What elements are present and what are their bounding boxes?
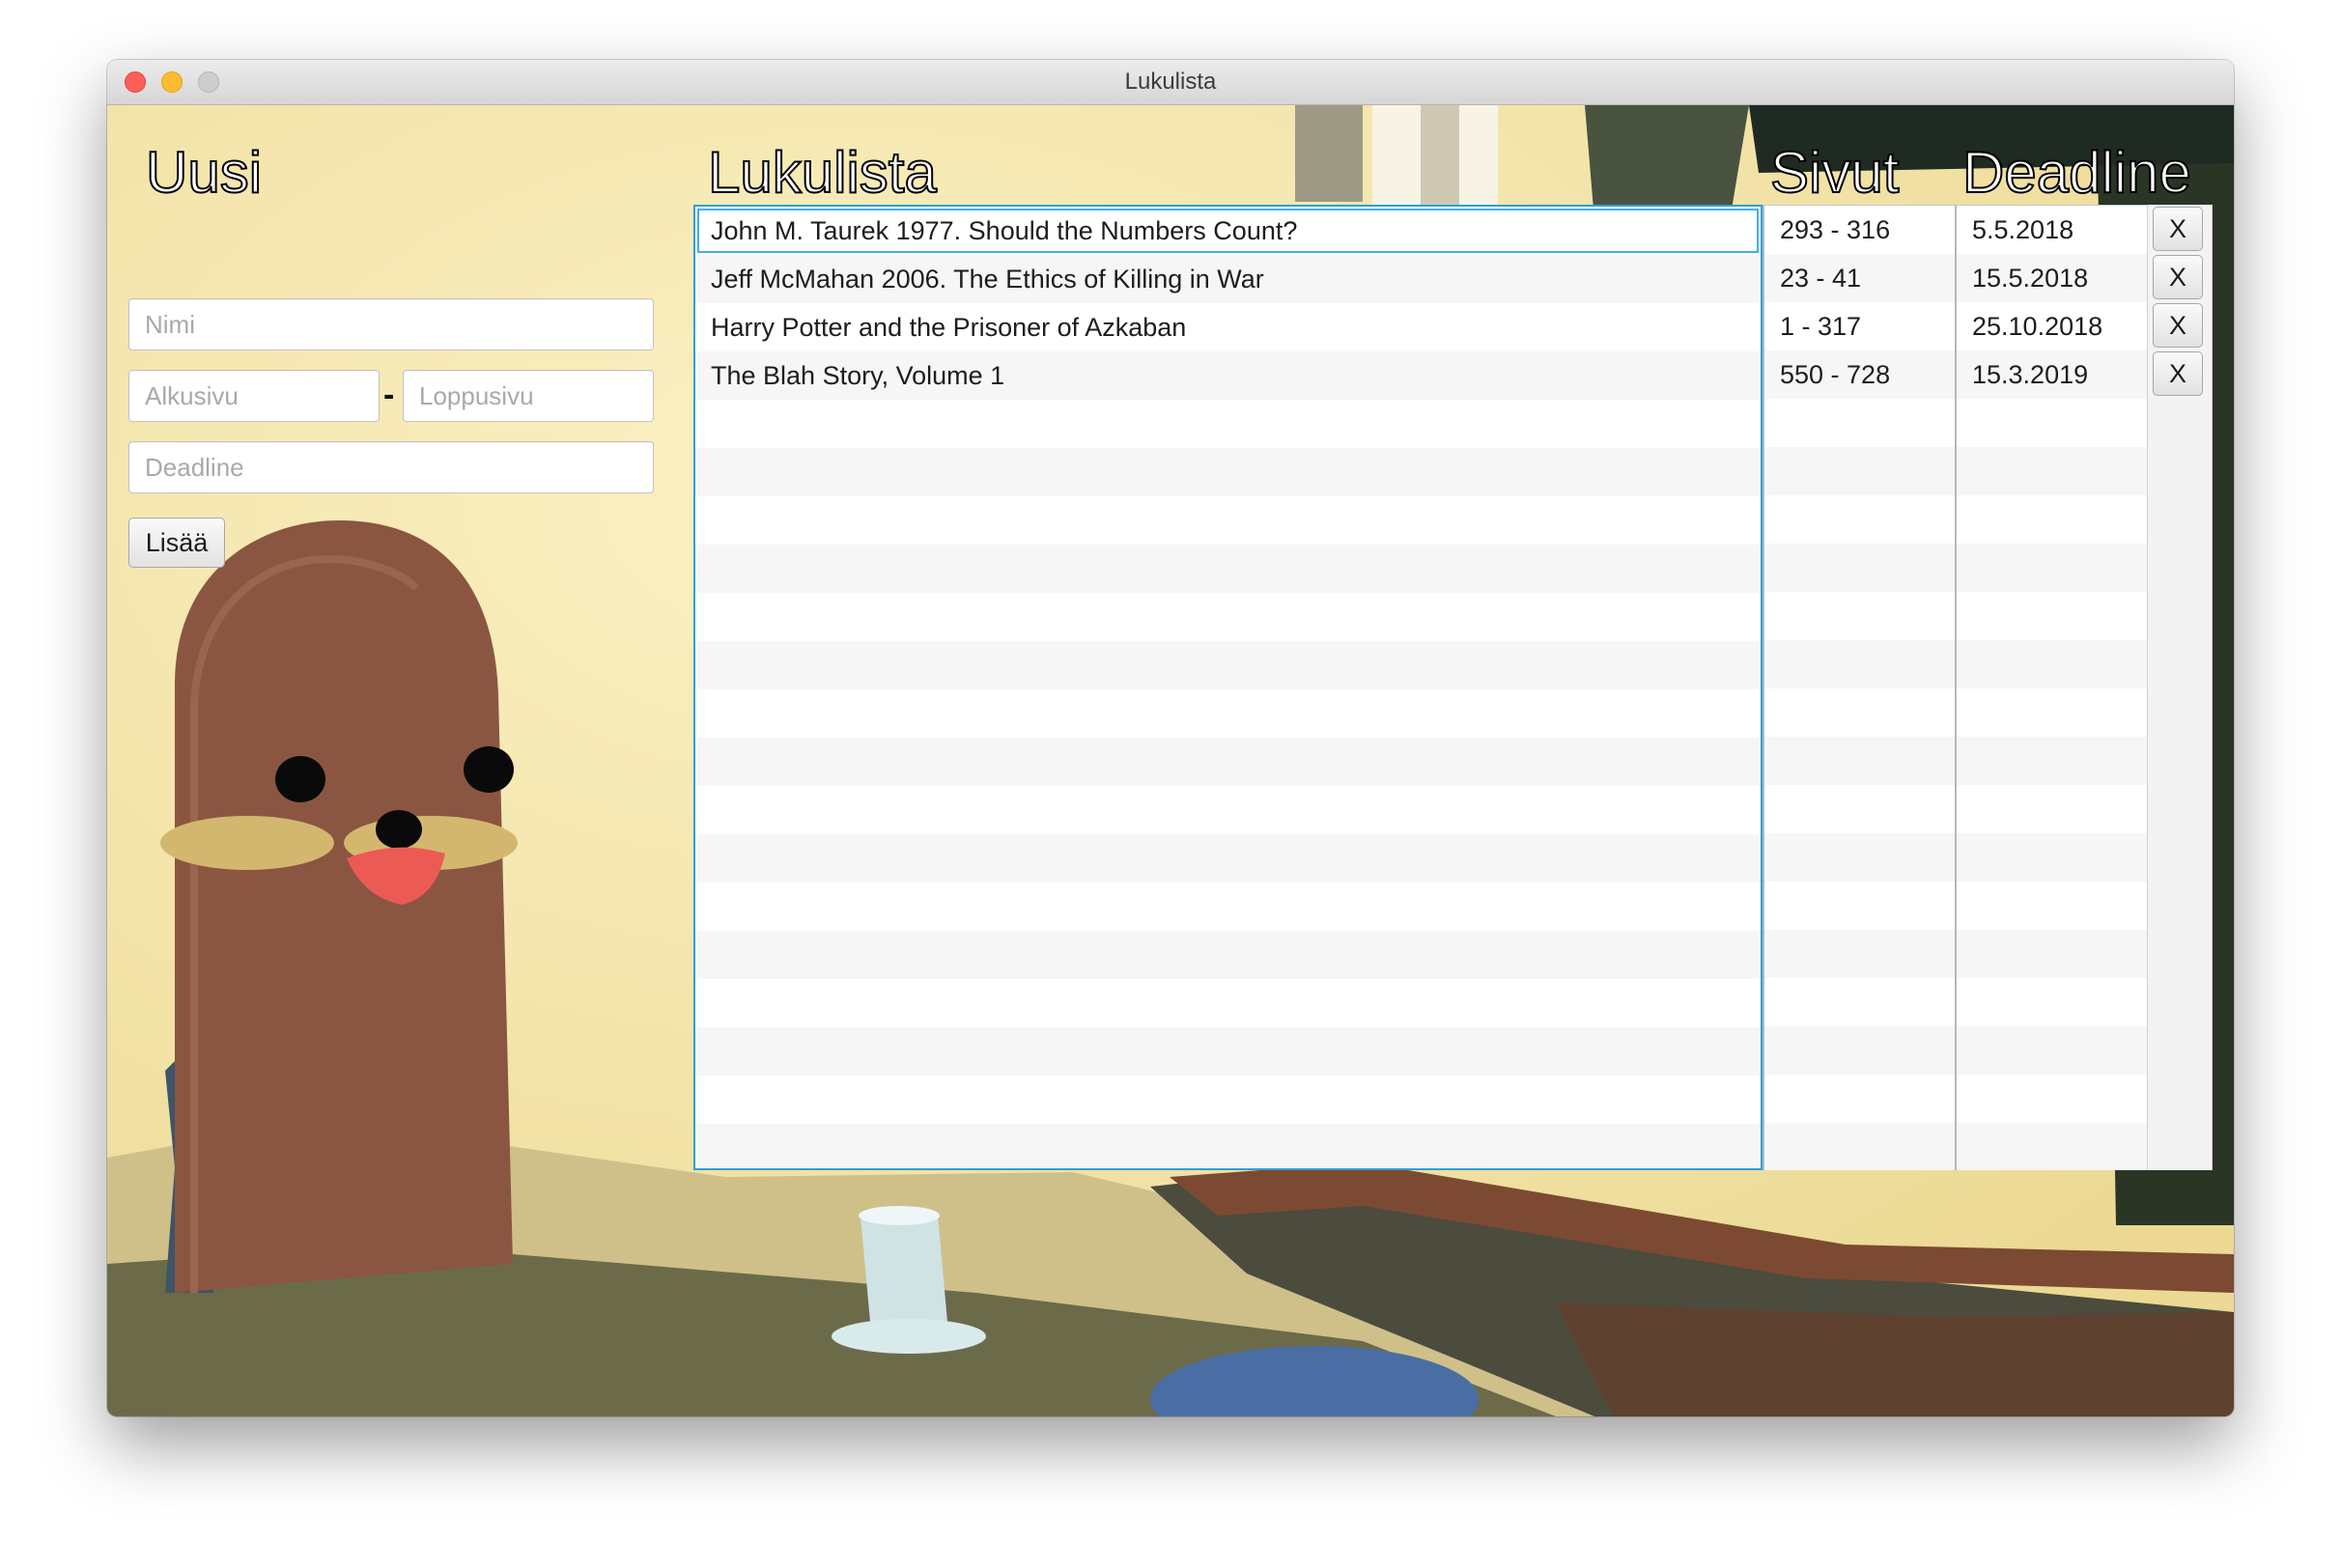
add-button[interactable]: Lisää bbox=[128, 518, 225, 568]
deadline-input[interactable] bbox=[128, 441, 654, 493]
deadline-list[interactable]: 5.5.2018 15.5.2018 25.10.2018 15.3.2019 bbox=[1955, 205, 2147, 1170]
list-item[interactable]: 15.3.2019 bbox=[1957, 350, 2147, 399]
new-entry-heading: Uusi bbox=[145, 140, 263, 205]
pages-list[interactable]: 293 - 316 23 - 41 1 - 317 550 - 728 bbox=[1763, 205, 1955, 1170]
list-item[interactable]: 25.10.2018 bbox=[1957, 302, 2147, 350]
item-title: Jeff McMahan 2006. The Ethics of Killing… bbox=[711, 265, 1264, 294]
list-item[interactable]: 15.5.2018 bbox=[1957, 254, 2147, 302]
list-item[interactable]: John M. Taurek 1977. Should the Numbers … bbox=[695, 207, 1761, 255]
deadline-heading: Deadline bbox=[1961, 140, 2192, 205]
list-item[interactable]: Harry Potter and the Prisoner of Azkaban bbox=[695, 303, 1761, 351]
title-bar[interactable]: Lukulista bbox=[107, 60, 2234, 105]
item-title: John M. Taurek 1977. Should the Numbers … bbox=[711, 216, 1298, 245]
end-page-input[interactable] bbox=[403, 370, 654, 422]
delete-button[interactable]: X bbox=[2153, 255, 2203, 299]
list-item[interactable]: 1 - 317 bbox=[1764, 302, 1955, 350]
item-deadline: 25.10.2018 bbox=[1972, 312, 2103, 341]
name-input[interactable] bbox=[128, 298, 654, 350]
delete-button[interactable]: X bbox=[2153, 351, 2203, 396]
item-title: The Blah Story, Volume 1 bbox=[711, 361, 1005, 390]
item-deadline: 5.5.2018 bbox=[1972, 215, 2074, 244]
list-item[interactable]: 550 - 728 bbox=[1764, 350, 1955, 399]
item-pages: 1 - 317 bbox=[1780, 312, 1862, 341]
pages-heading: Sivut bbox=[1769, 140, 1900, 205]
item-title: Harry Potter and the Prisoner of Azkaban bbox=[711, 313, 1187, 342]
reading-list-heading: Lukulista bbox=[707, 140, 938, 205]
delete-button[interactable]: X bbox=[2153, 207, 2203, 251]
list-item[interactable]: 23 - 41 bbox=[1764, 254, 1955, 302]
item-pages: 23 - 41 bbox=[1780, 264, 1862, 293]
item-pages: 293 - 316 bbox=[1780, 215, 1891, 244]
start-page-input[interactable] bbox=[128, 370, 380, 422]
window-title: Lukulista bbox=[1124, 69, 1217, 95]
app-window: Lukulista Uusi Nimi Alkusivu - Loppusivu… bbox=[107, 60, 2234, 1416]
item-deadline: 15.5.2018 bbox=[1972, 264, 2089, 293]
title-list[interactable]: John M. Taurek 1977. Should the Numbers … bbox=[693, 205, 1763, 1170]
list-item[interactable]: 5.5.2018 bbox=[1957, 206, 2147, 254]
list-item[interactable]: The Blah Story, Volume 1 bbox=[695, 351, 1761, 400]
list-item[interactable]: Jeff McMahan 2006. The Ethics of Killing… bbox=[695, 255, 1761, 303]
delete-button[interactable]: X bbox=[2153, 303, 2203, 348]
item-deadline: 15.3.2019 bbox=[1972, 360, 2089, 389]
item-pages: 550 - 728 bbox=[1780, 360, 1891, 389]
delete-column: X X X X bbox=[2147, 205, 2213, 1170]
page-range-separator: - bbox=[383, 377, 395, 413]
list-item[interactable]: 293 - 316 bbox=[1764, 206, 1955, 254]
main-content: Uusi - Lisää Lukulista Sivut Deadline Jo… bbox=[107, 105, 2234, 1416]
